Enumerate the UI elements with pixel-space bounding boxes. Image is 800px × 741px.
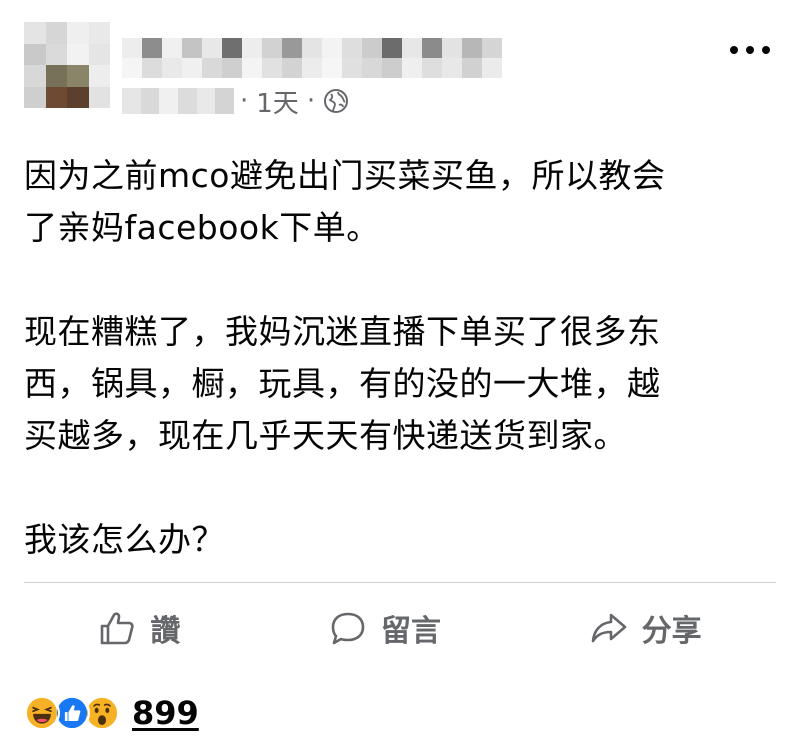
haha-icon	[24, 695, 60, 731]
action-bar: 讚 留言 分享	[24, 596, 776, 660]
post-meta: · 1天 ·	[240, 86, 349, 119]
like-label: 讚	[150, 614, 181, 649]
share-arrow-icon	[591, 613, 626, 643]
comment-icon	[331, 612, 365, 645]
author-subtitle-redacted	[122, 88, 234, 114]
comment-label: 留言	[380, 614, 441, 649]
facebook-post: · 1天 · 因为之前mco避免出门买菜买鱼，所以教会 了亲妈facebook下…	[0, 0, 800, 741]
like-button[interactable]: 讚	[98, 606, 180, 650]
body-line: 因为之前mco避免出门买菜买鱼，所以教会	[24, 156, 666, 195]
comment-button[interactable]: 留言	[329, 606, 441, 650]
body-line: 现在糟糕了，我妈沉迷直播下单买了很多东	[24, 312, 661, 351]
body-line: 西，锅具，橱，玩具，有的没的一大堆，越	[24, 364, 661, 403]
body-line: 买越多，现在几乎天天有快递送货到家。	[24, 416, 627, 455]
author-name-redacted[interactable]	[122, 38, 502, 78]
body-line: 了亲妈facebook下单。	[24, 208, 380, 247]
avatar[interactable]	[24, 22, 110, 108]
share-button[interactable]: 分享	[590, 606, 702, 650]
body-line: 我该怎么办？	[24, 520, 225, 559]
meta-separator: ·	[240, 86, 249, 116]
more-horizontal-icon[interactable]	[730, 38, 770, 62]
globe-icon[interactable]	[323, 88, 349, 114]
post-timestamp[interactable]: 1天	[256, 83, 299, 120]
divider	[24, 582, 776, 583]
reactions-summary[interactable]: 899	[24, 692, 199, 734]
post-body: 因为之前mco避免出门买菜买鱼，所以教会 了亲妈facebook下单。 现在糟糕…	[24, 150, 784, 566]
reaction-count[interactable]: 899	[132, 694, 199, 732]
share-label: 分享	[641, 614, 702, 649]
meta-separator: ·	[306, 86, 316, 116]
thumbs-up-icon	[101, 612, 134, 645]
